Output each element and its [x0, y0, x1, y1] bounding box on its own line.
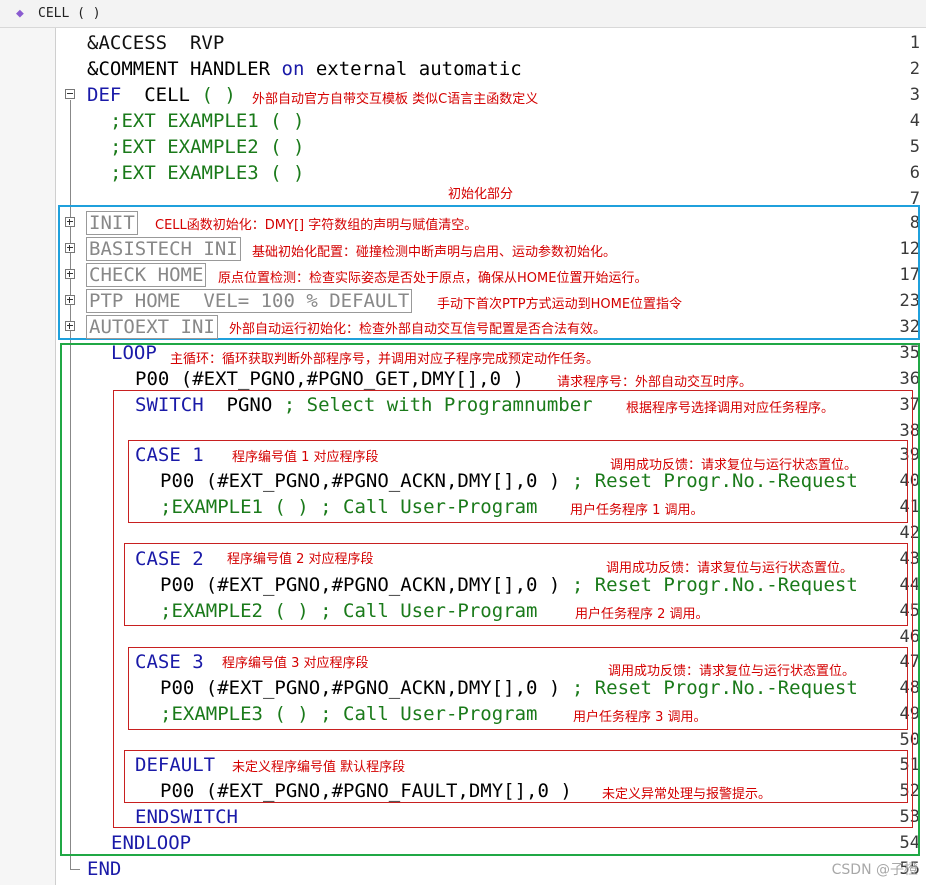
- note-case1: 程序编号值 1 对应程序段: [232, 450, 379, 465]
- def-keyword: DEF: [87, 84, 122, 106]
- watermark: CSDN @子橙: [831, 862, 918, 878]
- note-ptp-home: 手动下首次PTP方式运动到HOME位置指令: [437, 297, 683, 312]
- switch-var: PGNO: [226, 394, 273, 416]
- note-case3: 程序编号值 3 对应程序段: [222, 656, 369, 671]
- access-keyword: &ACCESS: [87, 32, 168, 54]
- case2-line[interactable]: CASE 2: [135, 546, 204, 572]
- note-case3-ackn: 调用成功反馈：请求复位与运行状态置位。: [608, 664, 856, 679]
- note-init-section: 初始化部分: [448, 187, 514, 202]
- note-fault: 未定义异常处理与报警提示。: [602, 787, 772, 802]
- code-line-4[interactable]: ;EXT EXAMPLE1 ( ): [110, 108, 304, 134]
- fold-check-home[interactable]: CHECK HOME: [86, 262, 207, 288]
- end-keyword[interactable]: END: [87, 856, 121, 882]
- editor-tab[interactable]: ◆ CELL ( ): [0, 0, 926, 28]
- switch-line[interactable]: SWITCH PGNO ; Select with Programnumber: [135, 392, 593, 418]
- note-pgno-get: 请求程序号：外部自动交互时序。: [557, 375, 753, 390]
- fold-guide-end: [70, 869, 80, 870]
- note-loop: 主循环：循环获取判断外部程序号，并调用对应子程序完成预定动作任务。: [170, 352, 600, 367]
- def-name: CELL: [144, 84, 190, 106]
- line-number: 6: [909, 163, 920, 183]
- code-line-1[interactable]: &ACCESS RVP: [87, 30, 224, 56]
- note-autoext: 外部自动运行初始化：检查外部自动交互信号配置是否合法有效。: [229, 322, 607, 337]
- fold-basistech[interactable]: BASISTECH INI: [86, 236, 241, 262]
- line-number: 1: [909, 33, 920, 53]
- code-line-5[interactable]: ;EXT EXAMPLE2 ( ): [110, 134, 304, 160]
- code-line-2[interactable]: &COMMENT HANDLER on external automatic: [87, 56, 522, 82]
- endswitch-keyword[interactable]: ENDSWITCH: [135, 804, 238, 830]
- pgno-get-call[interactable]: P00 (#EXT_PGNO,#PGNO_GET,DMY[],0 ): [135, 366, 524, 392]
- fault-call[interactable]: P00 (#EXT_PGNO,#PGNO_FAULT,DMY[],0 ): [160, 778, 572, 804]
- case3-line[interactable]: CASE 3: [135, 649, 204, 675]
- comment-handler: HANDLER: [189, 58, 271, 80]
- fold-autoext[interactable]: AUTOEXT INI: [86, 314, 218, 340]
- note-check-home: 原点位置检测：检查实际姿态是否处于原点，确保从HOME位置开始运行。: [218, 271, 648, 286]
- note-init: CELL函数初始化：DMY[] 字符数组的声明与赋值清空。: [155, 218, 478, 233]
- fold-init[interactable]: INIT: [86, 210, 138, 236]
- fold-ptp-home[interactable]: PTP HOME VEL= 100 % DEFAULT: [86, 288, 413, 314]
- case1-call[interactable]: ;EXAMPLE1 ( ) ; Call User-Program: [160, 494, 538, 520]
- note-default: 未定义程序编号值 默认程序段: [232, 760, 406, 775]
- comment-on: on: [281, 58, 305, 80]
- tab-title: CELL ( ): [38, 6, 101, 21]
- line-number: 2: [909, 59, 920, 79]
- note-switch: 根据程序号选择调用对应任务程序。: [626, 401, 835, 416]
- line-number: 4: [909, 111, 920, 131]
- switch-keyword: SWITCH: [135, 394, 204, 416]
- case2-number: 2: [192, 548, 204, 570]
- loop-keyword[interactable]: LOOP: [111, 340, 157, 366]
- note-call1: 用户任务程序 1 调用。: [570, 503, 704, 518]
- note-call2: 用户任务程序 2 调用。: [575, 607, 709, 622]
- code-line-6[interactable]: ;EXT EXAMPLE3 ( ): [110, 160, 304, 186]
- note-call3: 用户任务程序 3 调用。: [573, 710, 707, 725]
- note-case2-ackn: 调用成功反馈：请求复位与运行状态置位。: [606, 561, 854, 576]
- endloop-keyword[interactable]: ENDLOOP: [111, 830, 191, 856]
- note-case1-ackn: 调用成功反馈：请求复位与运行状态置位。: [610, 458, 858, 473]
- code-line-3[interactable]: DEF CELL ( ): [87, 82, 236, 108]
- switch-comment: ; Select with Programnumber: [283, 394, 593, 416]
- def-paren: ( ): [201, 84, 236, 106]
- case1-line[interactable]: CASE 1: [135, 442, 204, 468]
- access-value: RVP: [189, 32, 225, 54]
- case3-number: 3: [192, 651, 204, 673]
- comment-rest: external automatic: [315, 58, 522, 80]
- case1-number: 1: [192, 444, 204, 466]
- line-number: 5: [909, 137, 920, 157]
- case3-call[interactable]: ;EXAMPLE3 ( ) ; Call User-Program: [160, 701, 538, 727]
- note-case2: 程序编号值 2 对应程序段: [227, 552, 374, 567]
- module-icon: ◆: [16, 6, 24, 21]
- default-keyword[interactable]: DEFAULT: [135, 752, 215, 778]
- note-basistech: 基础初始化配置：碰撞检测中断声明与启用、运动参数初始化。: [252, 245, 617, 260]
- fold-collapse-def[interactable]: [65, 89, 75, 99]
- comment-keyword: &COMMENT: [87, 58, 179, 80]
- line-number: 3: [909, 85, 920, 105]
- note-def: 外部自动官方自带交互模板 类似C语言主函数定义: [252, 92, 539, 107]
- case2-call[interactable]: ;EXAMPLE2 ( ) ; Call User-Program: [160, 598, 538, 624]
- line-number-gutter: [0, 28, 56, 885]
